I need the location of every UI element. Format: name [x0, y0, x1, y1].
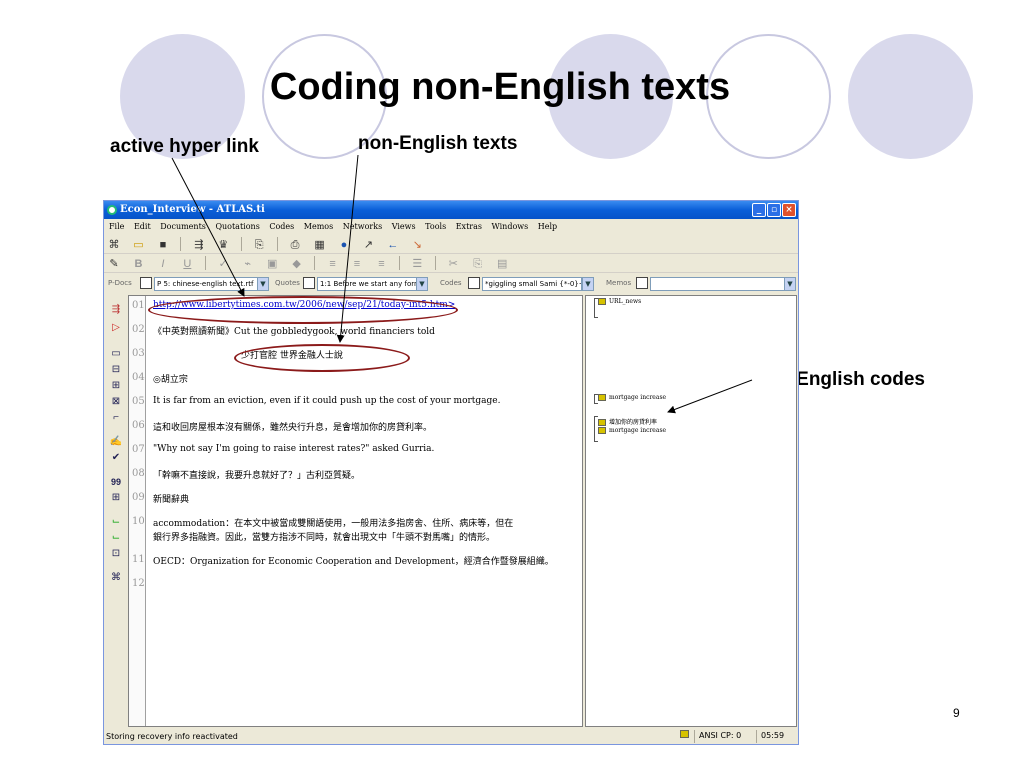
annotation-arrows	[171, 154, 753, 414]
texts-arrow	[336, 154, 359, 343]
codes-arrow	[667, 379, 753, 414]
hyperlink-arrow	[171, 157, 245, 297]
slide-number: 9	[953, 706, 960, 720]
